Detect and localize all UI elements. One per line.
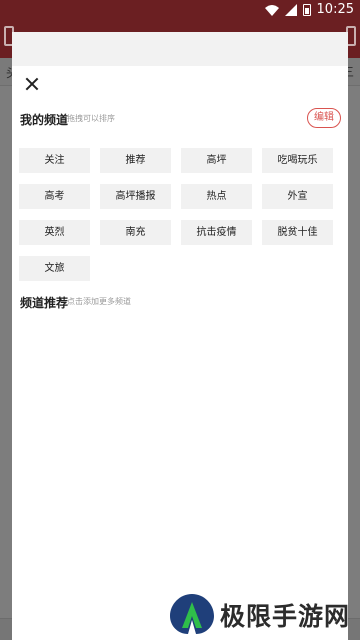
- channel-chip[interactable]: 外宣: [262, 184, 333, 209]
- my-channels-title: 我的频道: [20, 113, 69, 127]
- channel-chip[interactable]: 推荐: [100, 148, 171, 173]
- my-channels-grid: 关注 推荐 高坪 吃喝玩乐高考 高坪播报 热点 外宣英烈 南充 抗击疫情 脱贫十佳文旅: [19, 148, 335, 281]
- channel-chip[interactable]: 高坪: [181, 148, 252, 173]
- edit-button[interactable]: 编辑: [307, 108, 341, 128]
- recommend-title: 频道推荐: [20, 296, 69, 310]
- recommend-hint: 点击添加更多频道: [67, 297, 131, 306]
- watermark-text: 极限手游网: [220, 602, 351, 631]
- status-bar: 10:25: [0, 0, 360, 20]
- close-icon[interactable]: [22, 74, 42, 94]
- channel-chip[interactable]: 英烈: [19, 220, 90, 245]
- watermark-logo-icon: [170, 594, 214, 634]
- channel-chip[interactable]: 关注: [19, 148, 90, 173]
- status-icons: 10:25: [264, 2, 354, 18]
- channel-chip[interactable]: 热点: [181, 184, 252, 209]
- channel-chip[interactable]: 脱贫十佳: [262, 220, 333, 245]
- sheet-top-bar: [12, 32, 348, 66]
- channel-chip[interactable]: 高坪播报: [100, 184, 171, 209]
- wifi-icon: [264, 4, 279, 16]
- channel-chip[interactable]: 抗击疫情: [181, 220, 252, 245]
- battery-icon: [302, 4, 311, 16]
- channel-sheet: 我的频道 拖拽可以排序 编辑 关注 推荐 高坪 吃喝玩乐高考 高坪播报 热点 外宣英烈 南充抗…: [12, 32, 348, 640]
- channel-chip[interactable]: 南充: [100, 220, 171, 245]
- status-time: 10:25: [316, 2, 354, 17]
- channel-chip[interactable]: 文旅: [19, 256, 90, 281]
- signal-icon: [284, 4, 297, 16]
- channel-chip[interactable]: 高考: [19, 184, 90, 209]
- channel-chip[interactable]: 吃喝玩乐: [262, 148, 333, 173]
- my-channels-hint: 拖拽可以排序: [67, 114, 115, 123]
